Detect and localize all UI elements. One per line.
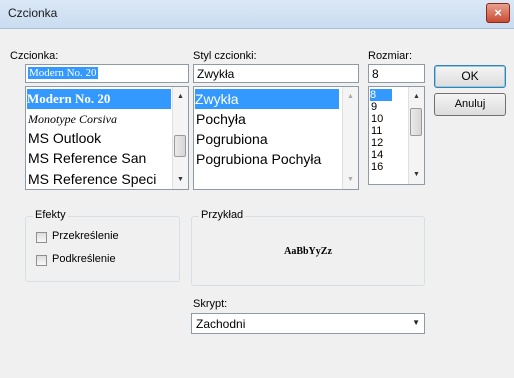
sample-preview-text: AaBbYyZz [284, 246, 332, 257]
underline-checkbox[interactable] [36, 255, 47, 266]
title-bar: Czcionka × [0, 0, 514, 29]
style-list[interactable]: Zwykła Pochyła Pogrubiona Pogrubiona Poc… [193, 86, 359, 190]
font-list[interactable]: Modern No. 20 Monotype Corsiva MS Outloo… [25, 86, 189, 190]
style-input-value: Zwykła [197, 67, 235, 81]
window-title: Czcionka [8, 6, 58, 20]
script-select-value: Zachodni [196, 317, 246, 331]
scroll-up-icon[interactable]: ▲ [173, 89, 188, 104]
effects-group [25, 216, 180, 282]
chevron-down-icon[interactable]: ▼ [412, 318, 420, 327]
scroll-up-icon[interactable]: ▲ [409, 89, 424, 104]
size-list-item[interactable]: 11 [371, 125, 382, 137]
style-list-scrollbar[interactable]: ▲ ▼ [342, 87, 358, 189]
font-label-text: Czcionka: [10, 50, 59, 62]
effects-legend: Efekty [33, 209, 68, 221]
scroll-up-icon[interactable]: ▲ [343, 89, 358, 104]
close-button[interactable]: × [486, 3, 510, 23]
scroll-down-icon[interactable]: ▼ [173, 172, 188, 187]
font-list-scrollbar[interactable]: ▲ ▼ [172, 87, 188, 189]
size-list[interactable]: 8 9 10 11 12 14 16 ▲ ▼ [368, 86, 425, 185]
cancel-button[interactable]: Anuluj [434, 93, 506, 116]
strikethrough-label[interactable]: Przekreślenie [52, 230, 119, 242]
sample-legend: Przykład [199, 209, 246, 221]
size-input[interactable]: 8 [368, 64, 425, 83]
size-label: Rozmiar: [368, 50, 413, 62]
size-list-item[interactable]: 8 [370, 89, 392, 101]
font-list-item[interactable]: MS Outlook [28, 128, 101, 148]
size-list-item[interactable]: 16 [371, 161, 383, 173]
font-list-item[interactable]: MS Reference Speci [28, 169, 156, 189]
size-list-item[interactable]: 14 [371, 149, 383, 161]
font-input[interactable]: Modern No. 20 [25, 64, 189, 83]
strikethrough-checkbox[interactable] [36, 232, 47, 243]
scroll-down-icon[interactable]: ▼ [343, 172, 358, 187]
style-list-item[interactable]: Pogrubiona Pochyła [196, 149, 321, 169]
script-label: Skrypt: [193, 298, 228, 310]
scroll-thumb[interactable] [410, 108, 422, 136]
font-list-item[interactable]: MS Reference San [28, 148, 146, 168]
font-input-value: Modern No. 20 [28, 67, 98, 79]
close-icon: × [494, 5, 502, 20]
scroll-thumb[interactable] [174, 135, 186, 157]
style-list-item[interactable]: Pogrubiona [196, 129, 268, 149]
size-list-item[interactable]: 9 [371, 101, 377, 113]
style-label: Styl czcionki: [193, 50, 257, 62]
font-list-item[interactable]: Modern No. 20 [27, 89, 171, 109]
style-input[interactable]: Zwykła [193, 64, 359, 83]
script-select[interactable]: Zachodni ▼ [191, 313, 425, 334]
style-list-item[interactable]: Pochyła [196, 109, 246, 129]
font-list-item[interactable]: Monotype Corsiva [28, 109, 117, 129]
size-list-item[interactable]: 10 [371, 113, 383, 125]
font-label: Czcionka: [10, 50, 58, 62]
style-list-item[interactable]: Zwykła [195, 89, 339, 109]
scroll-down-icon[interactable]: ▼ [409, 167, 424, 182]
size-input-value: 8 [372, 67, 379, 81]
size-list-item[interactable]: 12 [371, 137, 383, 149]
ok-button[interactable]: OK [434, 65, 506, 88]
size-list-scrollbar[interactable]: ▲ ▼ [408, 87, 424, 184]
underline-label[interactable]: Podkreślenie [52, 253, 116, 265]
